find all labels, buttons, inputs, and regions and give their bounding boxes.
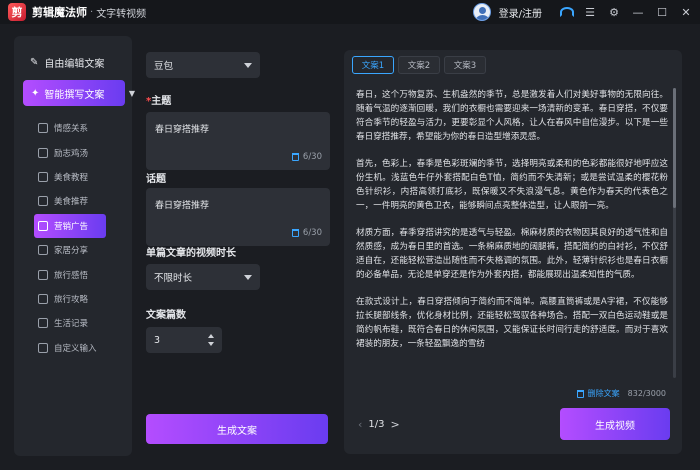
edit-box-icon bbox=[38, 342, 48, 353]
tab-copy-3[interactable]: 文案3 bbox=[444, 56, 486, 74]
notebook-icon bbox=[38, 318, 48, 329]
next-page-icon[interactable]: > bbox=[391, 418, 400, 431]
sidebar-item-food-recommend[interactable]: 美食推荐 bbox=[34, 189, 124, 213]
chevron-up-icon[interactable] bbox=[208, 334, 214, 338]
smile-icon bbox=[38, 123, 48, 134]
generate-copy-button[interactable]: 生成文案 bbox=[146, 414, 328, 444]
category-list: 情感关系 励志鸡汤 美食教程 美食推荐 营销广告 家居分享 旅行感悟 旅行攻略 … bbox=[34, 116, 124, 360]
magic-icon: ✦ bbox=[31, 87, 40, 99]
settings-icon[interactable]: ⚙ bbox=[606, 4, 622, 20]
sidebar-item-travel-feel[interactable]: 旅行感悟 bbox=[34, 262, 124, 286]
close-icon[interactable]: ✕ bbox=[678, 4, 694, 20]
generate-video-button[interactable]: 生成视频 bbox=[560, 408, 670, 440]
pot-icon bbox=[38, 171, 48, 182]
app-name: 剪辑魔法师 bbox=[32, 6, 87, 19]
book-icon bbox=[38, 147, 48, 158]
app-logo-icon: 剪 bbox=[8, 3, 26, 21]
bowl-icon bbox=[38, 196, 48, 207]
copy-paragraph: 首先，色彩上，春季是色彩斑斓的季节，选择明亮或柔和的色彩都能很好地呼应这份生机。… bbox=[356, 159, 668, 211]
topic-value: 春日穿搭推荐 bbox=[155, 125, 210, 135]
duration-label: 单篇文章的视频时长 bbox=[146, 248, 236, 259]
trash-icon[interactable] bbox=[291, 229, 299, 237]
tab-copy-1[interactable]: 文案1 bbox=[352, 56, 394, 74]
title-separator: · bbox=[90, 6, 94, 18]
topic-input[interactable]: 春日穿搭推荐 6/30 bbox=[146, 112, 330, 170]
maximize-icon[interactable]: ☐ bbox=[654, 4, 670, 20]
content-scrollbar[interactable] bbox=[673, 88, 676, 378]
sidebar-item-marketing[interactable]: 营销广告 bbox=[34, 213, 106, 238]
home-icon bbox=[38, 245, 48, 256]
delete-copy-link[interactable]: 删除文案 bbox=[588, 388, 620, 399]
duration-value: 不限时长 bbox=[154, 273, 193, 284]
copy-paragraph: 材质方面，春季穿搭讲究的是透气与轻盈。棉麻材质的衣物因其良好的透气性和自然质感，… bbox=[356, 228, 668, 280]
edit-icon: ✎ bbox=[30, 56, 39, 68]
suitcase-icon bbox=[38, 269, 48, 280]
headset-icon[interactable] bbox=[560, 7, 574, 17]
sidebar-item-travel-guide[interactable]: 旅行攻略 bbox=[34, 287, 124, 311]
chevron-down-icon: ▼ bbox=[128, 88, 135, 98]
minimize-icon[interactable]: — bbox=[630, 4, 646, 20]
map-icon bbox=[38, 293, 48, 304]
duration-select[interactable]: 不限时长 bbox=[146, 264, 260, 290]
copy-paragraph: 春日，这个万物复苏、生机盎然的季节，总是激发着人们对美好事物的无限向往。随着气温… bbox=[356, 90, 668, 142]
title-label: 话题 bbox=[146, 174, 166, 185]
sidebar-item-inspiration[interactable]: 励志鸡汤 bbox=[34, 140, 124, 164]
title-bar: 剪 剪辑魔法师 · 文字转视频 登录/注册 ☰ ⚙ — ☐ ✕ bbox=[0, 0, 700, 24]
module-name: 文字转视频 bbox=[96, 8, 147, 20]
result-panel: 文案1 文案2 文案3 春日，这个万物复苏、生机盎然的季节，总是激发着人们对美好… bbox=[344, 50, 682, 454]
sidebar-item-home[interactable]: 家居分享 bbox=[34, 238, 124, 262]
sidebar-item-emotion[interactable]: 情感关系 bbox=[34, 116, 124, 140]
copy-tabs: 文案1 文案2 文案3 bbox=[352, 56, 486, 74]
count-value: 3 bbox=[154, 334, 161, 346]
topic-label: *主题 bbox=[146, 96, 172, 107]
nav-free-edit-label: 自由编辑文案 bbox=[44, 58, 105, 70]
copy-content[interactable]: 春日，这个万物复苏、生机盎然的季节，总是激发着人们对美好事物的无限向往。随着气温… bbox=[356, 88, 668, 386]
page-indicator: 1/3 bbox=[368, 419, 385, 430]
content-meta: 删除文案 832/3000 bbox=[576, 388, 666, 399]
chevron-down-icon[interactable] bbox=[208, 342, 214, 346]
chevron-down-icon bbox=[244, 63, 252, 68]
nav-smart-write[interactable]: ✦ 智能撰写文案 ▼ bbox=[23, 80, 135, 106]
sidebar-item-food-tutorial[interactable]: 美食教程 bbox=[34, 165, 124, 189]
trash-icon[interactable] bbox=[576, 389, 584, 398]
login-link[interactable]: 登录/注册 bbox=[499, 5, 542, 20]
sidebar: ✎ 自由编辑文案 ✦ 智能撰写文案 ▼ 情感关系 励志鸡汤 美食教程 美食推荐 … bbox=[14, 36, 135, 456]
title-count: 6/30 bbox=[302, 228, 322, 238]
char-count: 832/3000 bbox=[627, 389, 666, 398]
sidebar-item-life[interactable]: 生活记录 bbox=[34, 311, 124, 335]
sidebar-item-custom[interactable]: 自定义输入 bbox=[34, 336, 124, 360]
form-panel: 豆包 *主题 春日穿搭推荐 6/30 话题 春日穿搭推荐 6/30 单篇文章的视… bbox=[140, 36, 336, 456]
nav-free-edit[interactable]: ✎ 自由编辑文案 bbox=[14, 52, 132, 72]
topic-count: 6/30 bbox=[302, 152, 322, 162]
model-select-value: 豆包 bbox=[154, 61, 174, 72]
nav-smart-write-label: 智能撰写文案 bbox=[44, 89, 105, 101]
tab-copy-2[interactable]: 文案2 bbox=[398, 56, 440, 74]
count-stepper[interactable]: 3 bbox=[146, 327, 222, 353]
pagination: ‹ 1/3 > bbox=[358, 418, 400, 431]
prev-page-icon[interactable]: ‹ bbox=[358, 418, 362, 431]
menu-icon[interactable]: ☰ bbox=[582, 4, 598, 20]
megaphone-icon bbox=[38, 220, 48, 231]
chevron-down-icon bbox=[244, 275, 252, 280]
copy-paragraph: 在款式设计上，春日穿搭倾向于简约而不简单。高腰直筒裤或是A字裙，不仅能够拉长腿部… bbox=[356, 297, 668, 349]
avatar[interactable] bbox=[472, 3, 491, 21]
count-label: 文案篇数 bbox=[146, 310, 186, 321]
title-input[interactable]: 春日穿搭推荐 6/30 bbox=[146, 188, 330, 246]
model-select[interactable]: 豆包 bbox=[146, 52, 260, 78]
title-value: 春日穿搭推荐 bbox=[155, 201, 210, 211]
trash-icon[interactable] bbox=[291, 153, 299, 161]
